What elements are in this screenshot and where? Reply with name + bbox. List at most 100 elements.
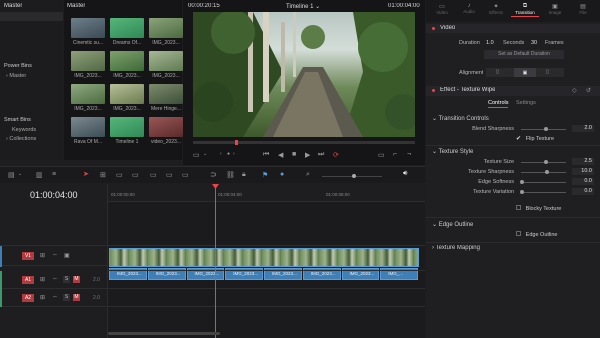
texture-variation-slider[interactable] bbox=[521, 192, 566, 193]
texture-size-value[interactable]: 2.5 bbox=[572, 158, 594, 165]
texture-style-header[interactable]: ⌄ Texture Style bbox=[432, 148, 473, 155]
transition-controls-header[interactable]: ⌄ Transition Controls bbox=[432, 115, 489, 122]
next-edit-icon[interactable]: › bbox=[233, 151, 235, 157]
auto-select-icon[interactable]: ⇔ bbox=[52, 276, 58, 282]
clip-thumbnail[interactable] bbox=[149, 51, 183, 71]
blade-tool-icon[interactable]: ▭ bbox=[132, 171, 139, 179]
align-center-icon[interactable]: ▣ bbox=[514, 68, 536, 77]
video-clip-track[interactable] bbox=[109, 248, 419, 267]
master-bin-row[interactable] bbox=[0, 12, 63, 21]
align-end-icon[interactable]: ▯ bbox=[546, 69, 549, 75]
clip-thumbnail[interactable] bbox=[71, 117, 105, 137]
clip-thumbnail[interactable] bbox=[149, 117, 183, 137]
loop-point-icon[interactable]: ● bbox=[227, 151, 230, 157]
dynamic-trim-icon[interactable]: ▭ bbox=[116, 171, 123, 179]
clip-thumbnail[interactable] bbox=[71, 51, 105, 71]
prev-edit-icon[interactable]: ‹ bbox=[220, 151, 222, 157]
keyframe-icon[interactable]: ◇ bbox=[572, 87, 577, 94]
set-default-duration-button[interactable]: Set as Default Duration bbox=[484, 50, 564, 59]
reset-icon[interactable]: ↺ bbox=[586, 87, 591, 94]
clip-thumbnail[interactable] bbox=[110, 18, 144, 38]
lock-track-icon[interactable]: ⊞ bbox=[40, 276, 45, 283]
reverse-play-icon[interactable]: ◀ bbox=[278, 151, 283, 159]
effect-section-header[interactable]: Effect - Texture Wipe ◇ ↺ bbox=[426, 86, 600, 96]
texture-sharpness-slider[interactable] bbox=[521, 172, 566, 173]
tab-effects[interactable]: ✦ Effects bbox=[484, 3, 508, 15]
clip-thumbnail[interactable] bbox=[149, 84, 183, 104]
frames-value[interactable]: 30 bbox=[531, 40, 537, 46]
blocky-texture-checkbox[interactable]: Blocky Texture bbox=[516, 205, 561, 212]
mute-button[interactable]: M bbox=[73, 294, 80, 301]
align-start-icon[interactable]: ▯ bbox=[496, 69, 499, 75]
edge-softness-value[interactable]: 0.0 bbox=[572, 178, 594, 185]
match-frame-icon[interactable]: ▭ bbox=[378, 151, 385, 159]
enable-dot-icon[interactable] bbox=[432, 27, 435, 30]
trim-tool-icon[interactable]: ⊞ bbox=[100, 171, 106, 179]
zoom-icon[interactable]: ⌕ bbox=[306, 171, 310, 179]
flip-texture-checkbox[interactable]: ✔ Flip Texture bbox=[516, 135, 554, 142]
clip-thumbnail[interactable] bbox=[71, 84, 105, 104]
tab-transition[interactable]: ⧉ Transition bbox=[511, 3, 539, 17]
mute-button[interactable]: M bbox=[73, 276, 80, 283]
play-icon[interactable]: ▶ bbox=[305, 151, 310, 159]
enable-dot-icon[interactable] bbox=[432, 89, 435, 92]
auto-select-icon[interactable]: ⇔ bbox=[52, 294, 58, 300]
solo-button[interactable]: S bbox=[63, 276, 70, 283]
clip-thumbnail[interactable] bbox=[71, 18, 105, 38]
selection-tool-icon[interactable]: ➤ bbox=[83, 170, 89, 178]
lock-icon[interactable]: 🔒︎ bbox=[242, 171, 246, 179]
viewer-scrubber[interactable] bbox=[193, 140, 415, 145]
skip-to-start-icon[interactable]: ⏮ bbox=[263, 151, 269, 159]
track-visible-icon[interactable]: ▣ bbox=[64, 252, 70, 259]
edge-outline-header[interactable]: ⌄ Edge Outline bbox=[432, 221, 473, 228]
edge-softness-knob[interactable] bbox=[520, 180, 524, 184]
edge-outline-checkbox[interactable]: Edge Outline bbox=[516, 231, 557, 238]
layout-icon[interactable]: ▤ bbox=[8, 171, 15, 179]
track-label-v1[interactable]: V1 bbox=[22, 252, 34, 260]
texture-sharpness-knob[interactable] bbox=[545, 170, 549, 174]
skip-to-end-icon[interactable]: ⏭ bbox=[318, 151, 324, 159]
clip-thumbnail[interactable] bbox=[110, 117, 144, 137]
blend-sharpness-knob[interactable] bbox=[544, 127, 548, 131]
snapping-icon[interactable]: ⊃ bbox=[210, 170, 217, 179]
chevron-down-icon[interactable]: ⌄ bbox=[18, 171, 22, 177]
safe-area-icon[interactable]: ▭ bbox=[193, 151, 200, 159]
video-section-header[interactable]: Video bbox=[426, 24, 600, 33]
smart-bin-collections[interactable]: › Collections bbox=[6, 136, 36, 142]
tab-audio[interactable]: ♪ Audio bbox=[458, 3, 480, 14]
tab-file[interactable]: ▤ File bbox=[571, 3, 595, 15]
track-options-icon[interactable]: ≡ bbox=[52, 171, 56, 178]
power-bins-master[interactable]: › Master bbox=[6, 73, 26, 79]
mark-out-icon[interactable]: ¬ bbox=[407, 151, 411, 158]
loop-icon[interactable]: ⟳ bbox=[333, 151, 339, 159]
clip-thumbnail[interactable] bbox=[149, 18, 183, 38]
texture-variation-value[interactable]: 0.0 bbox=[572, 188, 594, 195]
zoom-knob[interactable] bbox=[352, 174, 356, 178]
duration-value[interactable]: 1.0 bbox=[486, 40, 494, 46]
subtab-controls[interactable]: Controls bbox=[488, 100, 509, 109]
stop-icon[interactable]: ■ bbox=[292, 151, 296, 158]
marker-icon[interactable]: ● bbox=[280, 171, 284, 178]
edge-softness-slider[interactable] bbox=[521, 182, 566, 183]
lock-track-icon[interactable]: ⊞ bbox=[40, 294, 45, 301]
flag-icon[interactable]: ⚑ bbox=[262, 171, 268, 179]
track-label-a2[interactable]: A2 bbox=[22, 294, 34, 302]
texture-variation-knob[interactable] bbox=[520, 190, 524, 194]
clip-thumbnail[interactable] bbox=[110, 51, 144, 71]
replace-clip-icon[interactable]: ▭ bbox=[182, 171, 189, 179]
track-label-a1[interactable]: A1 bbox=[22, 276, 34, 284]
chevron-down-icon[interactable]: ⌄ bbox=[203, 151, 207, 157]
video-frame[interactable] bbox=[193, 12, 415, 137]
timeline-ruler[interactable]: 01:00:00:00 01:00:04:00 01:00:08:00 bbox=[108, 184, 425, 202]
tab-image[interactable]: ▣ Image bbox=[543, 3, 567, 15]
timeline-playhead[interactable] bbox=[212, 184, 219, 338]
link-icon[interactable]: ⛓ bbox=[226, 171, 235, 179]
blend-sharpness-value[interactable]: 2.0 bbox=[572, 125, 594, 132]
texture-sharpness-value[interactable]: 10.0 bbox=[572, 168, 594, 175]
smart-bin-keywords[interactable]: Keywords bbox=[12, 127, 36, 133]
mark-in-icon[interactable]: ⌐ bbox=[393, 151, 397, 158]
timeline-view-icon[interactable]: ▥ bbox=[36, 171, 43, 179]
volume-icon[interactable]: 🔊︎ bbox=[403, 170, 407, 178]
auto-select-icon[interactable]: ⇔ bbox=[52, 252, 58, 258]
solo-button[interactable]: S bbox=[63, 294, 70, 301]
